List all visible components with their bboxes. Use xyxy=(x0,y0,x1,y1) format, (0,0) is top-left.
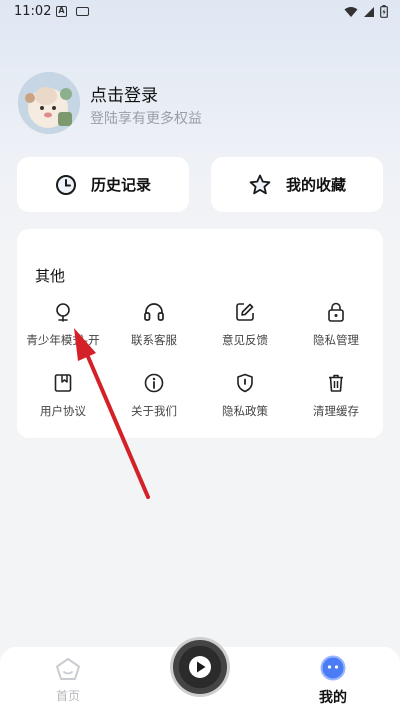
trash-icon xyxy=(329,374,343,392)
nav-mine-label: 我的 xyxy=(319,690,347,706)
nav-home-tab[interactable]: 首页 xyxy=(40,657,96,704)
history-button[interactable]: 历史记录 xyxy=(17,157,189,212)
battery-icon xyxy=(380,5,388,18)
status-bar: 11:02 A xyxy=(0,0,400,26)
history-label: 历史记录 xyxy=(90,176,151,194)
user-agreement-label: 用户协议 xyxy=(40,404,86,418)
feedback-label: 意见反馈 xyxy=(222,333,268,347)
shield-icon xyxy=(237,373,253,393)
other-panel: 其他 青少年模式-开 联系客服 意见反馈 隐私管理 用户协议 关于我们 隐私政策… xyxy=(17,229,383,438)
nav-home-label: 首页 xyxy=(55,689,80,703)
play-icon xyxy=(189,656,211,678)
info-icon xyxy=(144,373,164,393)
signal-icon xyxy=(364,6,374,17)
nav-mine-tab[interactable]: 我的 xyxy=(305,655,361,707)
teen-mode-label: 青少年模式-开 xyxy=(26,333,100,347)
feedback-edit-icon xyxy=(236,303,254,321)
customer-service-label: 联系客服 xyxy=(131,333,177,347)
about-us-label: 关于我们 xyxy=(131,404,177,418)
about-us-button[interactable]: 关于我们 xyxy=(108,373,200,419)
teen-mode-icon xyxy=(56,303,70,322)
customer-service-button[interactable]: 联系客服 xyxy=(108,302,200,348)
headphones-icon xyxy=(144,303,164,321)
privacy-management-button[interactable]: 隐私管理 xyxy=(290,302,382,348)
login-title[interactable]: 点击登录 xyxy=(90,81,158,106)
privacy-management-label: 隐私管理 xyxy=(313,333,359,347)
clear-cache-label: 清理缓存 xyxy=(313,404,359,418)
wifi-icon xyxy=(344,6,358,17)
clock-icon xyxy=(55,174,76,195)
home-pentagon-icon xyxy=(56,658,80,680)
a-notification-icon: A xyxy=(56,6,67,17)
keyboard-icon xyxy=(76,7,89,16)
user-agreement-button[interactable]: 用户协议 xyxy=(17,373,109,419)
bookmark-doc-icon xyxy=(54,374,72,392)
star-icon xyxy=(249,174,271,194)
privacy-policy-button[interactable]: 隐私政策 xyxy=(199,373,291,419)
privacy-policy-label: 隐私政策 xyxy=(222,404,268,418)
favorites-label: 我的收藏 xyxy=(285,176,346,194)
status-time: 11:02 xyxy=(14,4,52,19)
avatar[interactable] xyxy=(18,72,80,134)
login-subtitle: 登陆享有更多权益 xyxy=(90,111,202,127)
teen-mode-button[interactable]: 青少年模式-开 xyxy=(17,302,109,348)
play-button[interactable] xyxy=(173,640,227,694)
favorites-button[interactable]: 我的收藏 xyxy=(211,157,383,212)
status-right-icons xyxy=(344,5,388,18)
avatar-illustration xyxy=(18,72,80,134)
mine-bubble-icon xyxy=(320,655,346,681)
clear-cache-button[interactable]: 清理缓存 xyxy=(290,373,382,419)
other-section-title: 其他 xyxy=(35,267,66,285)
lock-icon xyxy=(328,302,344,322)
feedback-button[interactable]: 意见反馈 xyxy=(199,302,291,348)
